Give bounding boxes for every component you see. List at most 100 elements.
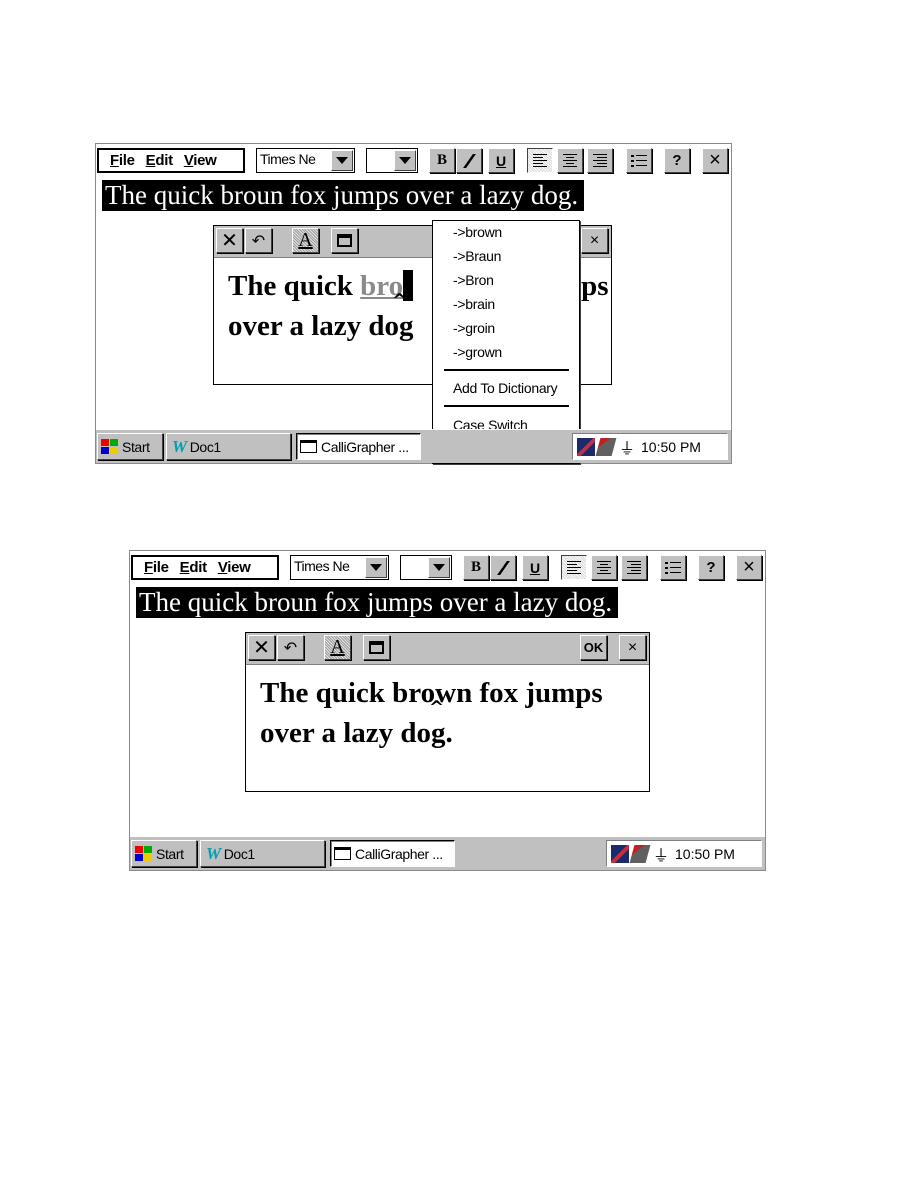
bullet-list-icon <box>665 561 681 574</box>
windows-logo-icon <box>135 846 152 861</box>
text-mode-button[interactable]: A <box>292 228 319 253</box>
align-center-icon <box>563 154 577 167</box>
start-label: Start <box>122 438 150 455</box>
font-name-value: Times Ne <box>260 151 316 167</box>
input-method-icon[interactable] <box>611 844 629 863</box>
italic-button[interactable] <box>490 555 516 580</box>
ok-button[interactable]: OK <box>580 635 607 660</box>
menu-file[interactable]: File <box>144 559 169 576</box>
taskbar-calligrapher[interactable]: CalliGrapher ... <box>330 840 455 867</box>
bullets-button[interactable] <box>660 555 686 580</box>
taskbar-doc-label: Doc1 <box>189 438 221 455</box>
align-left-button[interactable] <box>527 148 553 173</box>
font-size-combo[interactable] <box>400 555 452 580</box>
pen-icon[interactable] <box>595 437 617 456</box>
underline-button[interactable]: U <box>488 148 514 173</box>
menu-bar: FFileile Edit View <box>97 148 245 173</box>
window-mode-button[interactable] <box>363 635 390 660</box>
window-icon <box>369 641 384 654</box>
chevron-down-icon <box>433 564 445 571</box>
menu-edit[interactable]: Edit <box>146 152 173 169</box>
bold-button[interactable]: B <box>429 148 455 173</box>
correction-popup-menu: ->brown ->Braun ->Bron ->brain ->groin -… <box>432 220 580 464</box>
power-plug-icon[interactable]: ⏚ <box>653 842 669 866</box>
size-dropdown-button[interactable] <box>394 150 416 171</box>
align-left-button[interactable] <box>561 555 587 580</box>
suggestion-item[interactable]: ->brown <box>453 224 502 240</box>
screenshot-after-correction: File Edit View Times Ne B U ? × The quic… <box>129 550 766 871</box>
menu-bar: File Edit View <box>131 555 279 580</box>
menu-edit[interactable]: Edit <box>180 559 207 576</box>
document-text[interactable]: The quick broun fox jumps over a lazy do… <box>102 180 585 211</box>
font-dropdown-button[interactable] <box>365 557 387 578</box>
clock: 10:50 PM <box>675 845 735 862</box>
windows-logo-icon <box>101 439 118 454</box>
input-method-icon[interactable] <box>577 437 595 456</box>
align-center-button[interactable] <box>557 148 583 173</box>
panel-close-button[interactable]: × <box>619 635 646 660</box>
align-center-icon <box>597 561 611 574</box>
x-icon: ✕ <box>221 230 238 252</box>
menu-view[interactable]: View <box>218 559 251 576</box>
align-left-icon <box>533 154 547 167</box>
menu-view[interactable]: View <box>184 152 217 169</box>
ink-text-segment: ps <box>581 270 609 302</box>
menu-file[interactable]: FFileile <box>110 152 135 169</box>
font-size-combo[interactable] <box>366 148 418 173</box>
screenshot-with-correction-menu: FFileile Edit View Times Ne B U ? × The … <box>95 143 732 464</box>
system-tray: ⏚ 10:50 PM <box>572 433 728 460</box>
italic-button[interactable] <box>456 148 482 173</box>
start-button[interactable]: Start <box>97 433 163 460</box>
undo-icon: ↶ <box>251 232 266 250</box>
text-mode-button[interactable]: A <box>324 635 351 660</box>
window-mode-button[interactable] <box>331 228 358 253</box>
taskbar-doc1[interactable]: W Doc1 <box>166 433 291 460</box>
suggestion-item[interactable]: ->groin <box>453 320 495 336</box>
bullets-button[interactable] <box>626 148 652 173</box>
bold-button[interactable]: B <box>463 555 489 580</box>
document-text[interactable]: The quick broun fox jumps over a lazy do… <box>136 587 619 618</box>
taskbar-calligrapher[interactable]: CalliGrapher ... <box>296 433 421 460</box>
font-dropdown-button[interactable] <box>331 150 353 171</box>
input-panel-toolbar: ✕ ↶ A OK × <box>246 633 649 665</box>
help-button[interactable]: ? <box>698 555 724 580</box>
suggestion-item[interactable]: ->grown <box>453 344 502 360</box>
italic-icon <box>462 153 476 168</box>
start-button[interactable]: Start <box>131 840 197 867</box>
suggestion-item[interactable]: ->Braun <box>453 248 501 264</box>
chevron-down-icon <box>399 157 411 164</box>
ink-text-line-2: over a lazy dog <box>228 310 414 342</box>
clock: 10:50 PM <box>641 438 701 455</box>
font-name-combo[interactable]: Times Ne <box>256 148 355 173</box>
clear-ink-button[interactable]: ✕ <box>216 228 243 253</box>
suggestion-item[interactable]: ->brain <box>453 296 495 312</box>
undo-button[interactable]: ↶ <box>277 635 304 660</box>
align-center-button[interactable] <box>591 555 617 580</box>
chevron-down-icon <box>336 157 348 164</box>
italic-icon <box>496 560 510 575</box>
align-right-button[interactable] <box>587 148 613 173</box>
pen-icon[interactable] <box>629 844 651 863</box>
word-app-icon: W <box>206 843 221 863</box>
menu-separator <box>444 369 569 371</box>
help-button[interactable]: ? <box>664 148 690 173</box>
handwriting-input-panel: ✕ ↶ A OK × The quick brown fox jumps ove… <box>245 632 650 792</box>
command-bar: FFileile Edit View Times Ne B U ? × <box>96 144 731 176</box>
clear-ink-button[interactable]: ✕ <box>248 635 275 660</box>
bullet-list-icon <box>631 154 647 167</box>
panel-close-button[interactable]: × <box>581 228 608 253</box>
close-button[interactable]: × <box>702 148 728 173</box>
suggestion-item[interactable]: ->Bron <box>453 272 494 288</box>
size-dropdown-button[interactable] <box>428 557 450 578</box>
font-name-combo[interactable]: Times Ne <box>290 555 389 580</box>
taskbar-doc1[interactable]: W Doc1 <box>200 840 325 867</box>
align-left-icon <box>567 561 581 574</box>
add-to-dictionary-item[interactable]: Add To Dictionary <box>453 380 558 396</box>
underline-button[interactable]: U <box>522 555 548 580</box>
font-name-value: Times Ne <box>294 558 350 574</box>
undo-button[interactable]: ↶ <box>245 228 272 253</box>
close-button[interactable]: × <box>736 555 762 580</box>
taskbar: Start W Doc1 CalliGrapher ... ⏚ 10:50 PM <box>130 836 765 870</box>
power-plug-icon[interactable]: ⏚ <box>619 435 635 459</box>
align-right-button[interactable] <box>621 555 647 580</box>
